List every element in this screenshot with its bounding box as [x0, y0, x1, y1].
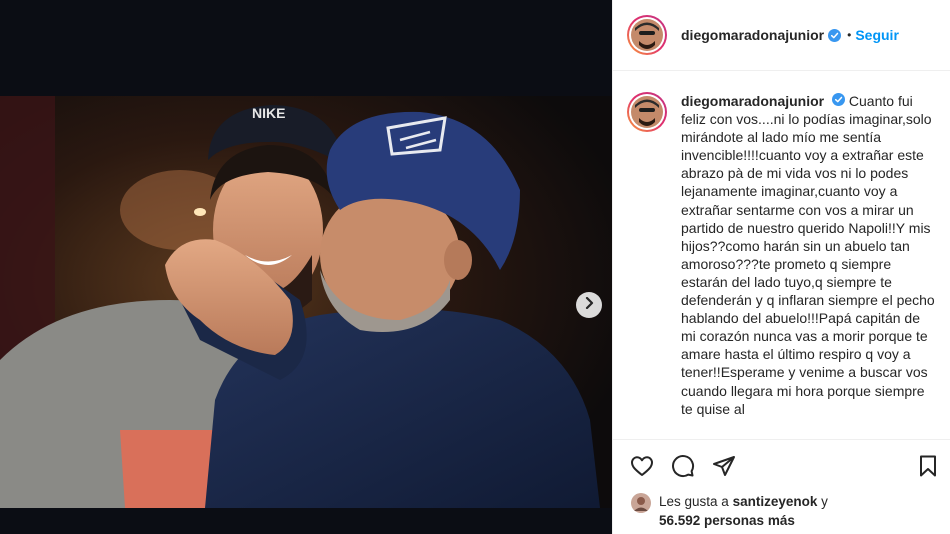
likes-text: Les gusta a santizeyenok y 56.592 person…	[659, 492, 828, 530]
liker-username[interactable]: santizeyenok	[733, 494, 818, 509]
caption-username[interactable]: diegomaradonajunior	[681, 93, 824, 109]
paper-plane-icon[interactable]	[711, 453, 737, 479]
author-username[interactable]: diegomaradonajunior	[681, 27, 824, 43]
post-side-panel: diegomaradonajunior • Seguir diegomarado…	[612, 0, 950, 534]
post-actions: Les gusta a santizeyenok y 56.592 person…	[613, 439, 950, 534]
bookmark-icon[interactable]	[915, 453, 941, 479]
follow-button[interactable]: Seguir	[855, 27, 899, 43]
next-slide-button[interactable]	[576, 292, 602, 318]
liker-avatar[interactable]	[631, 493, 651, 513]
caption-body: Cuanto fui feliz con vos....ni lo podías…	[681, 93, 935, 417]
svg-text:NIKE: NIKE	[252, 105, 285, 121]
likes-prefix: Les gusta a	[659, 494, 729, 509]
post-header: diegomaradonajunior • Seguir	[613, 0, 950, 71]
caption-text: diegomaradonajunior Cuanto fui feliz con…	[681, 92, 935, 439]
likes-summary: Les gusta a santizeyenok y 56.592 person…	[613, 492, 950, 530]
comment-icon[interactable]	[670, 453, 696, 479]
heart-icon[interactable]	[629, 453, 655, 479]
verified-badge-icon	[832, 93, 846, 106]
action-icons-row	[613, 440, 950, 492]
likes-count[interactable]: 56.592 personas más	[659, 513, 795, 528]
author-avatar[interactable]	[627, 15, 667, 55]
verified-badge-icon	[828, 28, 842, 42]
separator-dot: •	[847, 28, 852, 42]
caption-author-avatar[interactable]	[627, 92, 667, 132]
likes-suffix: y	[821, 494, 828, 509]
post-media[interactable]: NIKE	[0, 0, 612, 534]
chevron-right-icon	[584, 296, 594, 314]
post-photo: NIKE	[0, 0, 612, 534]
caption-section: diegomaradonajunior Cuanto fui feliz con…	[613, 72, 950, 439]
